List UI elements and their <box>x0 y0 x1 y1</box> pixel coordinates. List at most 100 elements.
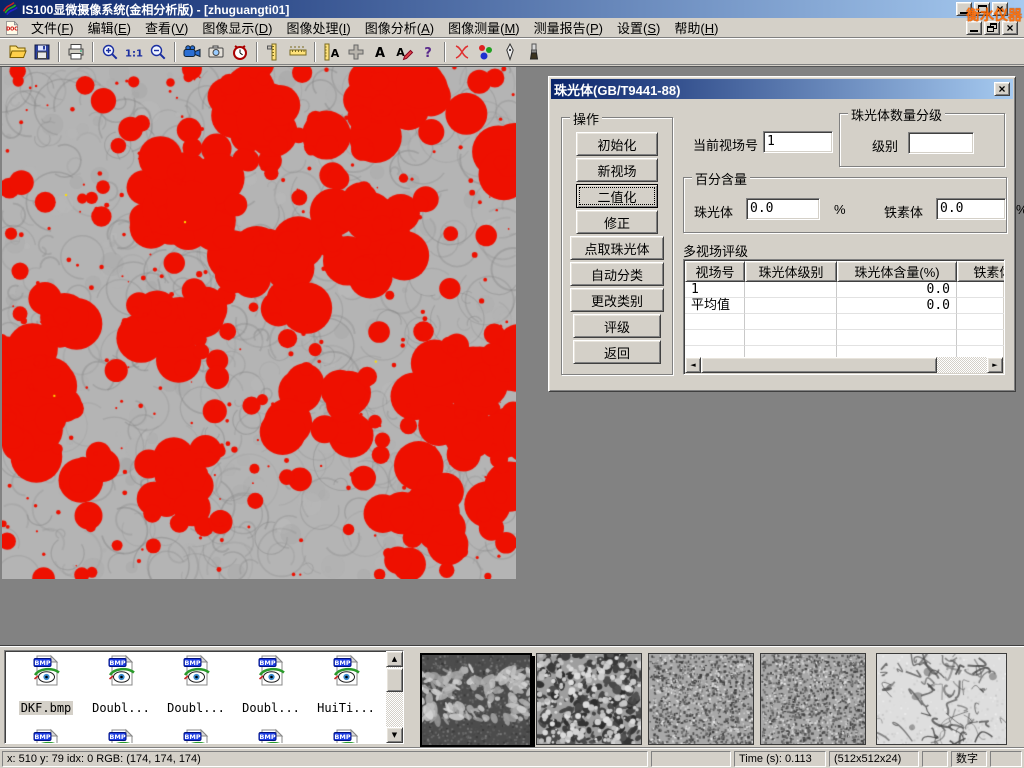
multi-field-table[interactable]: 视场号珠光体级别珠光体含量(%)铁素体含量(%) 10.0平均值0.0 ◄ ► <box>683 259 1005 375</box>
table-row-2[interactable]: 平均值0.0 <box>685 298 1005 314</box>
op-button-3[interactable]: 二值化 <box>576 184 658 208</box>
print-button[interactable] <box>64 40 88 64</box>
minimize-icon <box>970 30 978 32</box>
caliper-button[interactable] <box>262 40 286 64</box>
scroll-down-button[interactable]: ▼ <box>386 727 403 743</box>
table-cell <box>685 314 745 330</box>
op-button-6[interactable]: 自动分类 <box>570 262 664 286</box>
video-camera-button[interactable] <box>180 40 204 64</box>
pearlite-dialog[interactable]: 珠光体(GB/T9441-88) × 操作 初始化新视场二值化修正点取珠光体自动… <box>548 76 1016 392</box>
mdi-restore-button[interactable] <box>984 21 1000 35</box>
open-folder-button[interactable] <box>6 40 30 64</box>
level-input[interactable] <box>908 132 974 154</box>
menu-item-3[interactable]: 查看(V) <box>138 16 195 39</box>
file-item-clipped-2[interactable]: BMP <box>84 728 158 744</box>
op-button-1[interactable]: 初始化 <box>576 132 658 156</box>
menu-item-2[interactable]: 编辑(E) <box>81 16 138 39</box>
table-cell <box>957 314 1005 330</box>
document-icon: DOC <box>4 20 20 36</box>
file-item-doubl[interactable]: BMPDoubl... <box>234 654 308 715</box>
file-vertical-scrollbar[interactable]: ▲ ▼ <box>386 651 403 743</box>
column-header-1[interactable]: 视场号 <box>685 261 745 282</box>
measure-text-button[interactable]: A <box>320 40 344 64</box>
table-row-4[interactable] <box>685 330 1005 346</box>
close-button[interactable]: × <box>992 2 1008 16</box>
file-item-doubl[interactable]: BMPDoubl... <box>159 654 233 715</box>
table-row-1[interactable]: 10.0 <box>685 282 1005 298</box>
file-item-clipped-1[interactable]: BMP <box>9 728 83 744</box>
percent-group-label: 百分含量 <box>692 169 750 188</box>
paint-brush-button[interactable] <box>522 40 546 64</box>
zoom-out-button[interactable] <box>146 40 170 64</box>
dialog-title-bar[interactable]: 珠光体(GB/T9441-88) × <box>551 79 1013 99</box>
annotate-button[interactable]: A <box>392 40 416 64</box>
file-item-clipped-4[interactable]: BMP <box>234 728 308 744</box>
pen-tool-button[interactable] <box>498 40 522 64</box>
table-header[interactable]: 视场号珠光体级别珠光体含量(%)铁素体含量(%) <box>685 261 1005 282</box>
file-item-dkfbmp[interactable]: BMPDKF.bmp <box>9 654 83 715</box>
scrollbar-thumb[interactable] <box>701 357 937 373</box>
zoom-in-button[interactable] <box>98 40 122 64</box>
file-item-huiti[interactable]: BMPHuiTi... <box>309 654 383 715</box>
dialog-close-button[interactable]: × <box>994 82 1010 96</box>
file-item-doubl[interactable]: BMPDoubl... <box>84 654 158 715</box>
column-header-2[interactable]: 珠光体级别 <box>745 261 837 282</box>
help-button[interactable]: ? <box>416 40 440 64</box>
color-particles-button[interactable] <box>474 40 498 64</box>
op-button-5[interactable]: 点取珠光体 <box>570 236 664 260</box>
scrollbar-thumb[interactable] <box>386 668 403 692</box>
clock-button[interactable] <box>228 40 252 64</box>
curve-tool-button[interactable] <box>450 40 474 64</box>
text-a-button[interactable]: A <box>368 40 392 64</box>
grid-cross-button[interactable] <box>344 40 368 64</box>
menu-item-7[interactable]: 图像测量(M) <box>441 16 527 39</box>
thumbnail-2[interactable] <box>536 653 642 745</box>
table-row-3[interactable] <box>685 314 1005 330</box>
maximize-button[interactable] <box>974 2 990 16</box>
thumbnail-3[interactable] <box>648 653 754 745</box>
measure-text-icon: A <box>322 42 342 62</box>
save-button[interactable] <box>30 40 54 64</box>
menu-item-5[interactable]: 图像处理(I) <box>279 16 357 39</box>
file-item-clipped-3[interactable]: BMP <box>159 728 233 744</box>
menu-item-9[interactable]: 设置(S) <box>610 16 667 39</box>
ferrite-percent-input[interactable]: 0.0 <box>936 198 1006 220</box>
mdi-minimize-button[interactable] <box>966 21 982 35</box>
op-button-7[interactable]: 更改类别 <box>570 288 664 312</box>
column-header-3[interactable]: 珠光体含量(%) <box>837 261 957 282</box>
pearlite-percent-input[interactable]: 0.0 <box>746 198 820 220</box>
column-header-4[interactable]: 铁素体含量(%) <box>957 261 1005 282</box>
scroll-right-button[interactable]: ► <box>987 357 1003 373</box>
op-button-9[interactable]: 返回 <box>573 340 661 364</box>
actual-size-button[interactable]: 1:1 <box>122 40 146 64</box>
op-button-2[interactable]: 新视场 <box>576 158 658 182</box>
minimize-icon <box>960 12 968 14</box>
op-button-8[interactable]: 评级 <box>573 314 661 338</box>
file-item-clipped-5[interactable]: BMP <box>309 728 383 744</box>
thumbnail-5[interactable] <box>876 653 1007 745</box>
menu-item-10[interactable]: 帮助(H) <box>667 16 725 39</box>
menu-item-1[interactable]: 文件(F) <box>24 16 81 39</box>
menu-item-6[interactable]: 图像分析(A) <box>358 16 441 39</box>
op-button-4[interactable]: 修正 <box>576 210 658 234</box>
svg-text:?: ? <box>424 46 432 61</box>
photo-camera-button[interactable] <box>204 40 228 64</box>
metallographic-image[interactable] <box>2 67 516 579</box>
ferrite-label: 铁素体 <box>884 202 923 221</box>
svg-text:DOC: DOC <box>6 26 18 32</box>
curve-tool-icon <box>452 42 472 62</box>
scroll-up-button[interactable]: ▲ <box>386 651 403 667</box>
thumbnail-1[interactable] <box>420 653 532 747</box>
bmp-eye-icon: BMP <box>255 654 287 686</box>
scroll-left-button[interactable]: ◄ <box>685 357 701 373</box>
file-browser[interactable]: BMPDKF.bmpBMPDoubl...BMPDoubl...BMPDoubl… <box>4 650 404 744</box>
multi-field-label: 多视场评级 <box>683 241 748 260</box>
mdi-close-button[interactable]: × <box>1002 21 1018 35</box>
menu-item-4[interactable]: 图像显示(D) <box>195 16 279 39</box>
table-horizontal-scrollbar[interactable]: ◄ ► <box>685 357 1003 373</box>
current-field-input[interactable]: 1 <box>763 131 833 153</box>
thumbnail-4[interactable] <box>760 653 866 745</box>
menu-item-8[interactable]: 测量报告(P) <box>527 16 610 39</box>
ruler-button[interactable] <box>286 40 310 64</box>
minimize-button[interactable] <box>956 2 972 16</box>
